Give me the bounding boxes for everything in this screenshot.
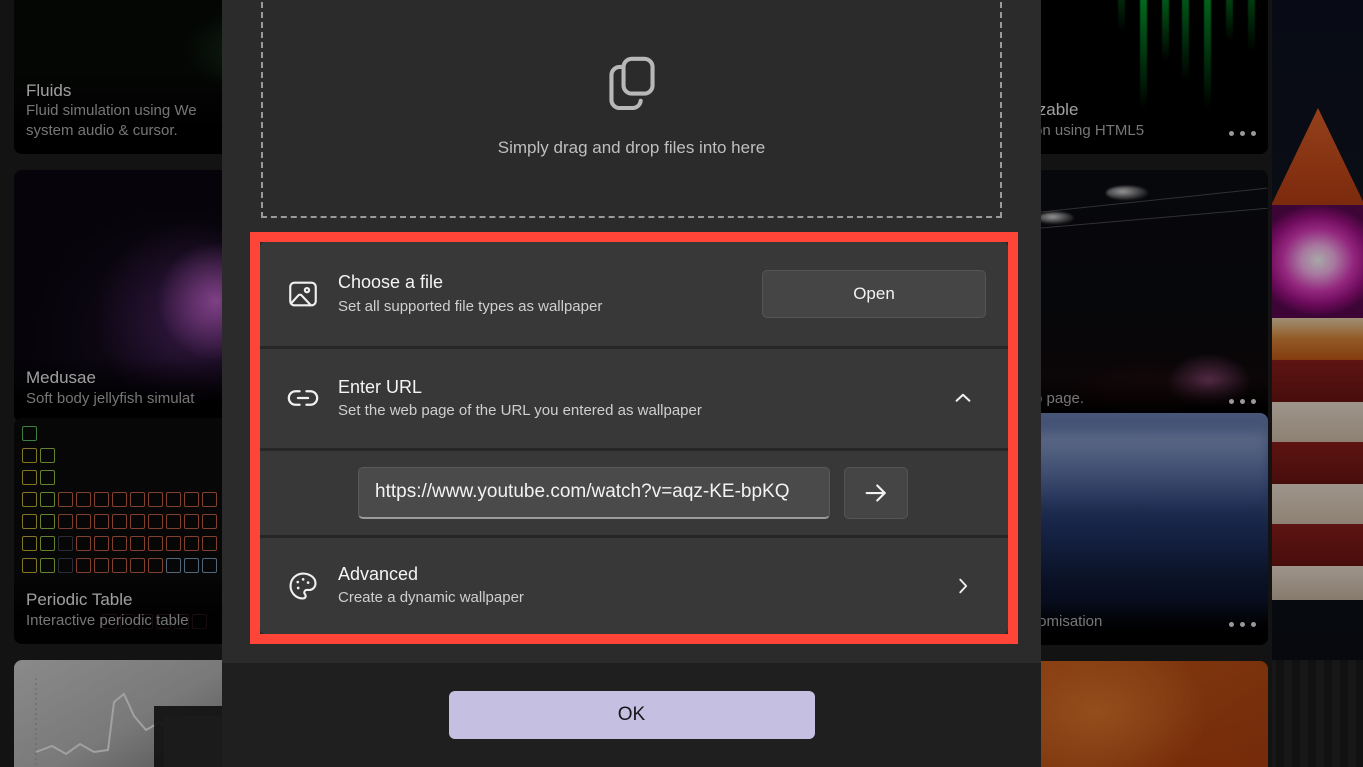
ok-button[interactable]: OK: [448, 691, 815, 739]
dropzone-label: Simply drag and drop files into here: [497, 138, 766, 157]
url-input-row: [260, 450, 1008, 535]
open-file-button[interactable]: Open: [762, 270, 986, 319]
option-text: Advanced Create a dynamic wallpaper: [338, 563, 940, 609]
url-input[interactable]: [358, 466, 830, 519]
option-title: Choose a file: [338, 272, 444, 293]
option-title: Advanced: [338, 563, 419, 584]
option-enter-url[interactable]: Enter URL Set the web page of the URL yo…: [260, 349, 1008, 448]
image-icon: [286, 277, 338, 311]
option-choose-a-file[interactable]: Choose a file Set all supported file typ…: [260, 242, 1008, 347]
option-subtitle: Set all supported file types as wallpape…: [338, 297, 603, 315]
dialog-footer: OK: [222, 663, 1041, 767]
copy-icon: [603, 52, 661, 110]
option-subtitle: Create a dynamic wallpaper: [338, 589, 524, 607]
dialog-body: Simply drag and drop files into here Cho…: [222, 0, 1041, 663]
option-advanced[interactable]: Advanced Create a dynamic wallpaper: [260, 537, 1008, 634]
url-submit-button[interactable]: [844, 466, 908, 519]
arrow-right-icon: [861, 478, 891, 508]
options-group-highlight: Choose a file Set all supported file typ…: [250, 232, 1018, 644]
chevron-up-icon[interactable]: [940, 387, 986, 409]
link-icon: [286, 381, 338, 415]
palette-icon: [286, 569, 338, 603]
option-text: Choose a file Set all supported file typ…: [338, 271, 762, 317]
wallpaper-engine-app: Fluids Fluid simulation using We system …: [0, 0, 1363, 767]
file-dropzone[interactable]: Simply drag and drop files into here: [261, 0, 1002, 218]
option-text: Enter URL Set the web page of the URL yo…: [338, 376, 940, 422]
option-title: Enter URL: [338, 376, 423, 397]
chevron-right-icon[interactable]: [940, 575, 986, 597]
wallpaper-source-options: Choose a file Set all supported file typ…: [260, 242, 1008, 634]
option-subtitle: Set the web page of the URL you entered …: [338, 401, 702, 419]
add-wallpaper-dialog: Simply drag and drop files into here Cho…: [222, 0, 1041, 767]
